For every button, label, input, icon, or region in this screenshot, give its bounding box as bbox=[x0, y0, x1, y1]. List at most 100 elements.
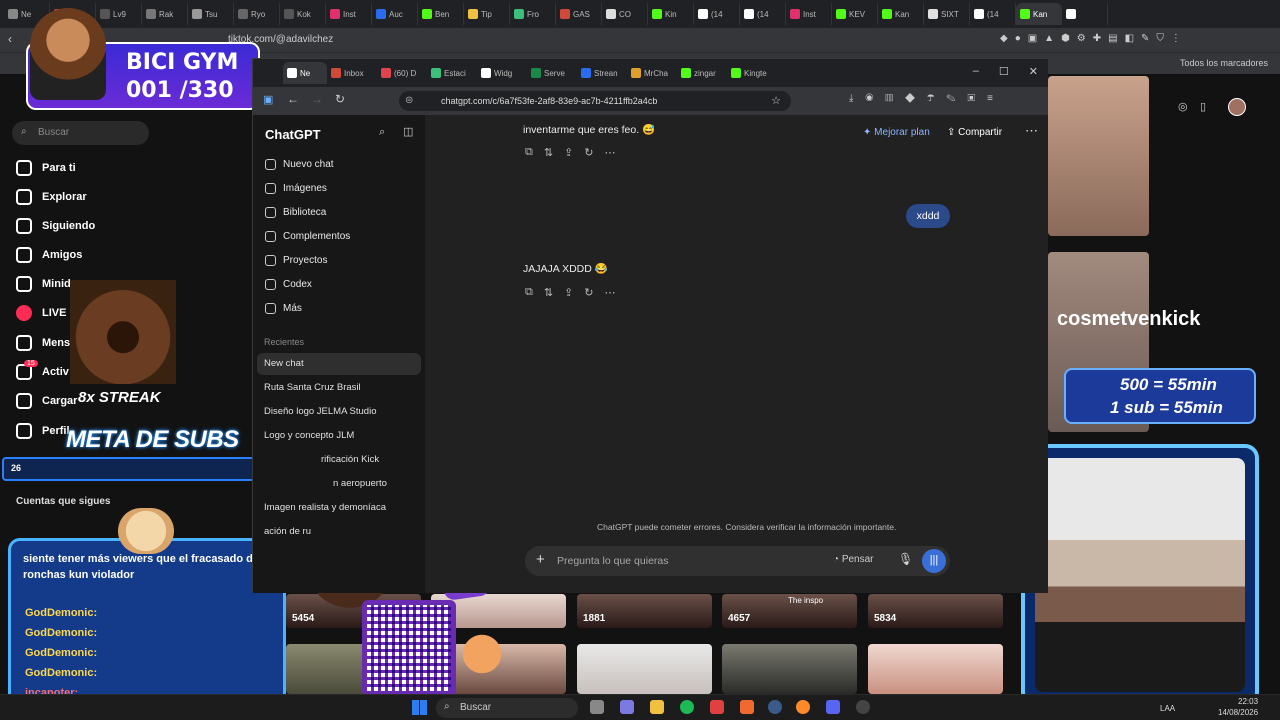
close-icon[interactable]: ✕ bbox=[1029, 65, 1038, 78]
chatgpt-browser-tab[interactable]: Estaci bbox=[427, 62, 477, 84]
video-thumb[interactable]: 1881 bbox=[577, 594, 712, 628]
think-button[interactable]: ◔ Pensar bbox=[833, 554, 874, 565]
browser-tab[interactable]: (14 bbox=[740, 3, 786, 25]
tiktok-nav-item[interactable]: LIVE bbox=[16, 305, 66, 321]
chatgpt-browser-tab[interactable]: (60) D bbox=[377, 62, 427, 84]
widgets-icon[interactable] bbox=[620, 700, 634, 714]
browser-tab[interactable]: CO bbox=[602, 3, 648, 25]
regenerate-icon[interactable]: ↻ bbox=[584, 146, 593, 159]
all-bookmarks-link[interactable]: Todos los marcadores bbox=[1180, 58, 1268, 68]
share-message-icon[interactable]: ⇪ bbox=[564, 146, 573, 159]
browser-tab[interactable]: Tip bbox=[464, 3, 510, 25]
app-icon[interactable] bbox=[710, 700, 724, 714]
chatgpt-browser-tab[interactable]: zingar bbox=[677, 62, 727, 84]
video-thumb[interactable]: 4657 The inspo bbox=[722, 594, 857, 628]
back-icon[interactable]: ‹ bbox=[8, 32, 12, 46]
file-explorer-icon[interactable] bbox=[650, 700, 664, 714]
copy-icon[interactable]: ⧉ bbox=[525, 146, 533, 159]
browser-tab[interactable]: Kok bbox=[280, 3, 326, 25]
chatgpt-browser-tab[interactable]: Inbox bbox=[327, 62, 377, 84]
sidebar-item[interactable]: Complementos bbox=[265, 231, 350, 242]
feedback-icon[interactable]: ⇅ bbox=[544, 286, 553, 299]
extensions-icon[interactable]: ◆●▣▲⬢⚙✚▤◧✎⛉⋮ bbox=[1000, 33, 1188, 44]
browser-tab[interactable]: Tsu bbox=[188, 3, 234, 25]
video-thumb[interactable] bbox=[577, 644, 712, 694]
browser-tab[interactable]: Fro bbox=[510, 3, 556, 25]
recent-chat-item[interactable]: Ruta Santa Cruz Brasil bbox=[264, 382, 420, 393]
video-thumb[interactable] bbox=[868, 644, 1003, 694]
tiktok-nav-item[interactable]: Activ bbox=[16, 364, 69, 380]
sidebar-item[interactable]: Nuevo chat bbox=[265, 159, 334, 170]
obs-icon[interactable] bbox=[856, 700, 870, 714]
tiktok-nav-item[interactable]: Minid bbox=[16, 276, 71, 292]
browser-tab[interactable]: Rak bbox=[142, 3, 188, 25]
tiktok-nav-item[interactable]: Para ti bbox=[16, 160, 76, 176]
minimize-icon[interactable]: – bbox=[973, 65, 979, 78]
brave-icon[interactable] bbox=[740, 700, 754, 714]
browser-tab[interactable]: Inst bbox=[326, 3, 372, 25]
windows-start-icon[interactable] bbox=[412, 700, 427, 715]
input-language[interactable]: LAA bbox=[1160, 704, 1175, 713]
more-icon[interactable]: ⋯ bbox=[605, 286, 616, 299]
bookmark-star-icon[interactable]: ☆ bbox=[771, 94, 781, 107]
recent-chat-item[interactable]: Imagen realista y demoníaca bbox=[264, 502, 420, 513]
copy-icon[interactable]: ⧉ bbox=[525, 286, 533, 299]
forward-icon[interactable]: → bbox=[311, 92, 323, 106]
toolbar-icons[interactable]: ⤓◉▥◆☂✎▣≡ bbox=[849, 93, 1005, 104]
regenerate-icon[interactable]: ↻ bbox=[584, 286, 593, 299]
chatgpt-url-input[interactable]: ⊜ chatgpt.com/c/6a7f53fe-2af8-83e9-ac7b-… bbox=[399, 91, 791, 111]
tiktok-nav-item[interactable]: Amigos bbox=[16, 247, 82, 263]
feedback-icon[interactable]: ⇅ bbox=[544, 146, 553, 159]
add-attachment-icon[interactable]: + bbox=[536, 551, 545, 568]
more-options-icon[interactable]: ⋯ bbox=[1025, 123, 1038, 139]
share-message-icon[interactable]: ⇪ bbox=[564, 286, 573, 299]
browser-tab[interactable]: Inst bbox=[786, 3, 832, 25]
browser-tab[interactable]: Ben bbox=[418, 3, 464, 25]
share-button[interactable]: ⇪ Compartir bbox=[947, 127, 1002, 138]
discord-icon[interactable] bbox=[826, 700, 840, 714]
sidebar-item[interactable]: Biblioteca bbox=[265, 207, 326, 218]
chatgpt-browser-tab[interactable]: MrCha bbox=[627, 62, 677, 84]
chatgpt-browser-tab[interactable]: Kingte bbox=[727, 62, 777, 84]
recent-chat-item[interactable]: ación de ru bbox=[264, 526, 420, 537]
tiktok-nav-item[interactable]: Siguiendo bbox=[16, 218, 95, 234]
coin-icon[interactable]: ◎ bbox=[1178, 100, 1188, 113]
firefox-icon[interactable] bbox=[796, 700, 810, 714]
upgrade-plan-button[interactable]: ✦ Mejorar plan bbox=[863, 127, 930, 138]
site-info-icon[interactable]: ⊜ bbox=[405, 95, 413, 106]
sidebar-item[interactable]: Más bbox=[265, 303, 302, 314]
voice-mode-button[interactable]: ||| bbox=[922, 549, 946, 573]
browser-tab[interactable]: Kin bbox=[648, 3, 694, 25]
avatar[interactable] bbox=[1228, 98, 1246, 116]
tiktok-nav-item[interactable]: Mens bbox=[16, 335, 70, 351]
clock[interactable]: 22:03 14/08/2026 bbox=[1218, 696, 1258, 718]
tiktok-nav-item[interactable]: Explorar bbox=[16, 189, 87, 205]
chatgpt-browser-tab[interactable]: Serve bbox=[527, 62, 577, 84]
chatgpt-browser-tab[interactable]: Ne bbox=[283, 62, 327, 84]
sidebar-item[interactable]: Codex bbox=[265, 279, 312, 290]
maximize-icon[interactable]: ☐ bbox=[999, 65, 1009, 78]
task-view-icon[interactable] bbox=[590, 700, 604, 714]
video-thumb[interactable]: 5834 bbox=[868, 594, 1003, 628]
sidebar-collapse-icon[interactable]: ◫ bbox=[403, 125, 413, 138]
sidebar-item[interactable]: Proyectos bbox=[265, 255, 327, 266]
prompt-input[interactable] bbox=[557, 552, 817, 570]
sidebar-item[interactable]: Imágenes bbox=[265, 183, 327, 194]
browser-tab[interactable] bbox=[1062, 3, 1108, 25]
spotify-icon[interactable] bbox=[680, 700, 694, 714]
video-thumb[interactable] bbox=[722, 644, 857, 694]
browser-tab[interactable]: Lv9 bbox=[96, 3, 142, 25]
taskbar-search[interactable]: ⌕ Buscar bbox=[436, 698, 578, 718]
recent-chat-item[interactable]: Diseño logo JELMA Studio bbox=[264, 406, 420, 417]
browser-tab[interactable]: SIXT bbox=[924, 3, 970, 25]
recent-chat-item[interactable]: New chat bbox=[264, 358, 420, 369]
back-icon[interactable]: ← bbox=[287, 92, 299, 106]
browser-tab[interactable]: GAS bbox=[556, 3, 602, 25]
recent-chat-item[interactable]: Logo y concepto JLM bbox=[264, 430, 420, 441]
browser-tab[interactable]: Kan bbox=[1016, 3, 1062, 25]
sidebar-toggle-icon[interactable]: ▣ bbox=[263, 93, 273, 106]
steam-icon[interactable] bbox=[768, 700, 782, 714]
browser-tab[interactable]: Kan bbox=[878, 3, 924, 25]
device-icon[interactable]: ▯ bbox=[1200, 100, 1206, 113]
reload-icon[interactable]: ↻ bbox=[335, 92, 345, 106]
